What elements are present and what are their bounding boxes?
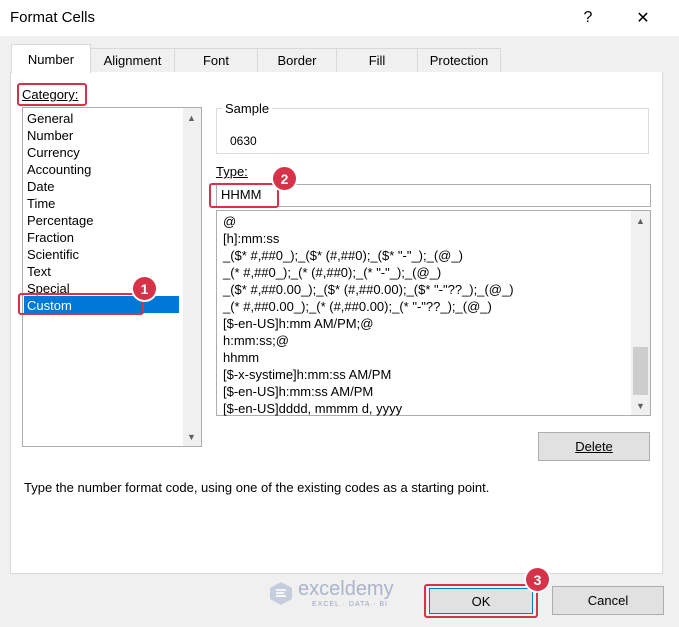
- category-item-time[interactable]: Time: [27, 195, 55, 212]
- format-item[interactable]: _($* #,##0.00_);_($* (#,##0.00);_($* "-"…: [223, 281, 514, 298]
- delete-button[interactable]: Delete: [538, 432, 650, 461]
- exceldemy-logo-icon: [268, 580, 294, 606]
- tab-protection[interactable]: Protection: [417, 48, 501, 72]
- format-item[interactable]: [$-en-US]h:mm:ss AM/PM: [223, 383, 373, 400]
- ok-button-highlight: [424, 584, 538, 618]
- category-item-date[interactable]: Date: [27, 178, 54, 195]
- category-item-percentage[interactable]: Percentage: [27, 212, 94, 229]
- type-input-highlight: [209, 183, 279, 208]
- category-label: Category:: [22, 87, 79, 102]
- custom-highlight: [18, 293, 144, 315]
- format-item[interactable]: _(* #,##0.00_);_(* (#,##0.00);_(* "-"??_…: [223, 298, 492, 315]
- step-badge-1: 1: [133, 277, 156, 300]
- sample-value: 0630: [230, 134, 257, 148]
- format-item[interactable]: _(* #,##0_);_(* (#,##0);_(* "-"_);_(@_): [223, 264, 441, 281]
- watermark-tagline: EXCEL · DATA · BI: [312, 601, 388, 608]
- format-item[interactable]: [$-x-systime]h:mm:ss AM/PM: [223, 366, 391, 383]
- format-item[interactable]: h:mm:ss;@: [223, 332, 289, 349]
- format-item[interactable]: hhmm: [223, 349, 259, 366]
- tab-number[interactable]: Number: [11, 44, 91, 73]
- format-item[interactable]: [h]:mm:ss: [223, 230, 279, 247]
- tab-border[interactable]: Border: [257, 48, 337, 72]
- category-item-scientific[interactable]: Scientific: [27, 246, 79, 263]
- format-code-list[interactable]: @ [h]:mm:ss _($* #,##0_);_($* (#,##0);_(…: [216, 210, 651, 416]
- format-item[interactable]: [$-en-US]h:mm AM/PM;@: [223, 315, 373, 332]
- format-scrollbar[interactable]: ▲ ▼: [631, 211, 650, 415]
- category-list[interactable]: General Number Currency Accounting Date …: [22, 107, 202, 447]
- format-item[interactable]: @: [223, 213, 236, 230]
- category-item-number[interactable]: Number: [27, 127, 73, 144]
- category-scrollbar[interactable]: ▲ ▼: [183, 108, 201, 446]
- tab-font[interactable]: Font: [174, 48, 258, 72]
- delete-button-label: Delete: [575, 439, 613, 454]
- tab-fill[interactable]: Fill: [336, 48, 418, 72]
- cancel-button[interactable]: Cancel: [552, 586, 664, 615]
- category-item-general[interactable]: General: [27, 110, 73, 127]
- type-label: Type:: [216, 164, 248, 179]
- scroll-thumb[interactable]: [633, 347, 648, 395]
- category-item-text[interactable]: Text: [27, 263, 51, 280]
- step-badge-3: 3: [526, 568, 549, 591]
- watermark-name: exceldemy: [298, 578, 394, 600]
- sample-group: [216, 108, 649, 154]
- scroll-down-icon[interactable]: ▼: [183, 428, 200, 445]
- scroll-up-icon[interactable]: ▲: [632, 212, 649, 229]
- category-item-fraction[interactable]: Fraction: [27, 229, 74, 246]
- category-item-currency[interactable]: Currency: [27, 144, 80, 161]
- scroll-down-icon[interactable]: ▼: [632, 397, 649, 414]
- step-badge-2: 2: [273, 167, 296, 190]
- close-button[interactable]: ✕: [620, 0, 666, 36]
- tab-alignment[interactable]: Alignment: [90, 48, 175, 72]
- category-item-accounting[interactable]: Accounting: [27, 161, 91, 178]
- sample-label: Sample: [222, 101, 273, 116]
- help-button[interactable]: ?: [565, 0, 611, 36]
- scroll-up-icon[interactable]: ▲: [183, 109, 200, 126]
- format-item[interactable]: [$-en-US]dddd, mmmm d, yyyy: [223, 400, 402, 417]
- dialog-title: Format Cells: [10, 9, 96, 26]
- description-text: Type the number format code, using one o…: [24, 480, 490, 495]
- format-item[interactable]: _($* #,##0_);_($* (#,##0);_($* "-"_);_(@…: [223, 247, 463, 264]
